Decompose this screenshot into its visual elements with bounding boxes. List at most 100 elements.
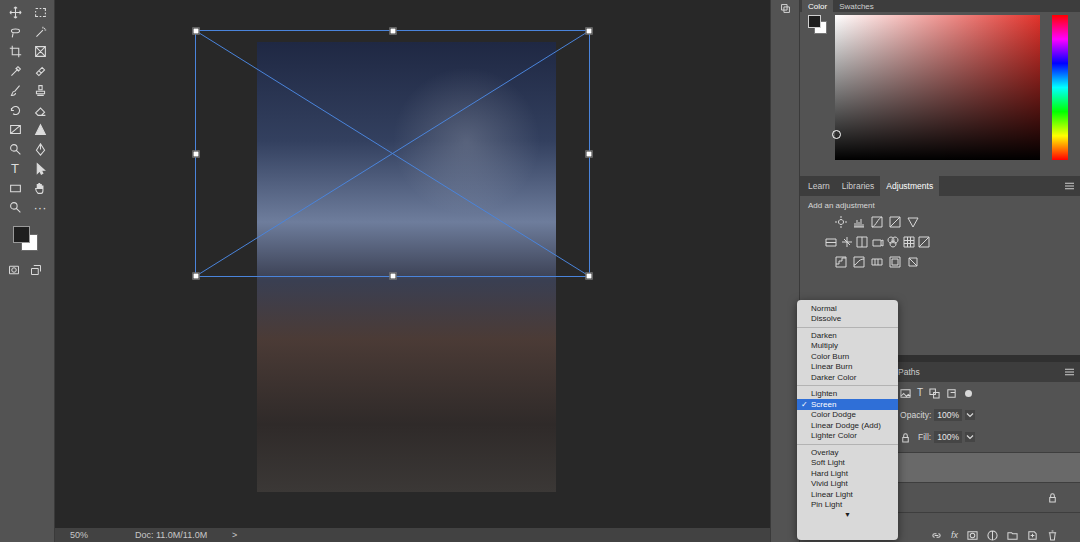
photo[interactable] <box>257 42 556 492</box>
photo-filter-icon[interactable] <box>872 236 884 248</box>
clone-stamp-tool[interactable] <box>30 81 50 101</box>
folder-icon[interactable] <box>1007 530 1018 541</box>
transform-handle[interactable] <box>586 28 593 35</box>
rectangle-tool[interactable] <box>5 179 25 199</box>
trash-icon[interactable] <box>1047 530 1058 541</box>
brightness-icon[interactable] <box>835 216 847 228</box>
panel-tab[interactable]: Learn <box>802 176 836 196</box>
blend-mode-item[interactable]: Vivid Light <box>797 479 898 490</box>
eyedropper-tool[interactable] <box>5 62 25 82</box>
color-swatches[interactable] <box>13 226 45 256</box>
gradient-map-icon[interactable] <box>871 256 883 268</box>
vibrance-icon[interactable] <box>907 216 919 228</box>
lock-all-icon[interactable] <box>900 432 911 443</box>
hue-slider[interactable] <box>1052 15 1068 160</box>
layer-mask-icon[interactable] <box>967 530 978 541</box>
transform-handle[interactable] <box>193 150 200 157</box>
levels-icon[interactable] <box>853 216 865 228</box>
type-filter-icon[interactable]: T <box>917 388 923 398</box>
transform-handle[interactable] <box>193 273 200 280</box>
transform-handle[interactable] <box>586 273 593 280</box>
transform-handle[interactable] <box>586 150 593 157</box>
status-menu-arrow[interactable]: > <box>232 530 237 540</box>
path-selection-tool[interactable] <box>30 159 50 179</box>
more-tools-tool[interactable]: ··· <box>30 198 50 218</box>
sharpen-tool[interactable] <box>30 120 50 140</box>
frame-tool[interactable] <box>30 42 50 62</box>
adjustment-layer-icon[interactable] <box>987 530 998 541</box>
blend-mode-item[interactable]: Color Dodge <box>797 410 898 421</box>
blend-mode-item[interactable]: Lighter Color <box>797 431 898 442</box>
blend-mode-item[interactable]: Darken <box>797 330 898 341</box>
healing-brush-tool[interactable] <box>30 62 50 82</box>
blend-mode-item[interactable]: Linear Burn <box>797 362 898 373</box>
layer-style-icon[interactable]: fx <box>951 531 958 540</box>
link-icon[interactable] <box>931 530 942 541</box>
pen-tool[interactable] <box>30 140 50 160</box>
blend-mode-item[interactable]: Lighten <box>797 389 898 400</box>
crop-tool[interactable] <box>5 42 25 62</box>
eraser-tool[interactable] <box>30 101 50 121</box>
marquee-tool[interactable] <box>30 3 50 23</box>
threshold-icon[interactable] <box>853 256 865 268</box>
color-balance-icon[interactable] <box>841 236 853 248</box>
history-panel-icon[interactable] <box>780 3 791 14</box>
shape-filter-icon[interactable] <box>929 388 940 399</box>
hue-saturation-icon[interactable] <box>825 236 837 248</box>
blend-mode-item[interactable]: ✓Screen <box>797 399 898 410</box>
menu-scroll-arrow[interactable]: ▼ <box>797 510 898 519</box>
blend-mode-item[interactable]: Overlay <box>797 447 898 458</box>
quick-mask-icon[interactable] <box>8 264 20 276</box>
channel-mixer-icon[interactable] <box>887 236 899 248</box>
blend-mode-item[interactable]: Dissolve <box>797 314 898 325</box>
blend-mode-item[interactable]: Hard Light <box>797 468 898 479</box>
black-white-icon[interactable] <box>856 236 868 248</box>
brush-tool[interactable] <box>5 81 25 101</box>
panel-tab[interactable]: Swatches <box>833 0 880 12</box>
fill-dropdown-icon[interactable] <box>965 432 975 442</box>
panel-tab[interactable]: Color <box>802 0 833 12</box>
mask-icon[interactable] <box>907 256 919 268</box>
magic-wand-tool[interactable] <box>30 23 50 43</box>
color-marker[interactable] <box>832 130 841 139</box>
filter-toggle-icon[interactable] <box>965 390 972 397</box>
color-field[interactable] <box>835 15 1040 160</box>
opacity-dropdown-icon[interactable] <box>965 410 975 420</box>
image-filter-icon[interactable] <box>900 388 911 399</box>
dodge-tool[interactable] <box>5 140 25 160</box>
history-brush-tool[interactable] <box>5 101 25 121</box>
color-lookup-icon[interactable] <box>903 236 915 248</box>
transform-handle[interactable] <box>389 273 396 280</box>
blend-mode-item[interactable]: Linear Dodge (Add) <box>797 420 898 431</box>
blend-mode-item[interactable]: Normal <box>797 303 898 314</box>
blend-mode-item[interactable]: Darker Color <box>797 372 898 383</box>
lasso-tool[interactable] <box>5 23 25 43</box>
zoom-level[interactable]: 50% <box>70 530 135 540</box>
type-tool[interactable]: T <box>5 159 25 179</box>
blend-mode-item[interactable]: Pin Light <box>797 500 898 511</box>
new-layer-icon[interactable] <box>1027 530 1038 541</box>
blend-mode-item[interactable]: Linear Light <box>797 489 898 500</box>
smart-object-filter-icon[interactable] <box>946 388 957 399</box>
transform-box[interactable] <box>195 30 590 277</box>
hand-tool[interactable] <box>30 179 50 199</box>
posterize-icon[interactable] <box>835 256 847 268</box>
screen-mode-icon[interactable] <box>30 264 42 276</box>
transform-handle[interactable] <box>193 28 200 35</box>
foreground-color-swatch[interactable] <box>13 226 30 243</box>
blend-mode-item[interactable]: Multiply <box>797 341 898 352</box>
panel-menu-icon[interactable] <box>1065 368 1074 376</box>
transform-handle[interactable] <box>389 28 396 35</box>
panel-tab[interactable]: Libraries <box>836 176 881 196</box>
exposure-icon[interactable] <box>889 216 901 228</box>
blend-mode-item[interactable]: Soft Light <box>797 458 898 469</box>
color-panel-swatches[interactable] <box>808 15 830 39</box>
move-tool[interactable] <box>5 3 25 23</box>
opacity-field[interactable]: 100% <box>934 409 962 421</box>
blend-mode-item[interactable]: Color Burn <box>797 351 898 362</box>
panel-tab[interactable]: Adjustments <box>880 176 939 196</box>
curves-icon[interactable] <box>871 216 883 228</box>
fill-field[interactable]: 100% <box>934 431 962 443</box>
gradient-tool[interactable] <box>5 120 25 140</box>
selective-color-icon[interactable] <box>889 256 901 268</box>
